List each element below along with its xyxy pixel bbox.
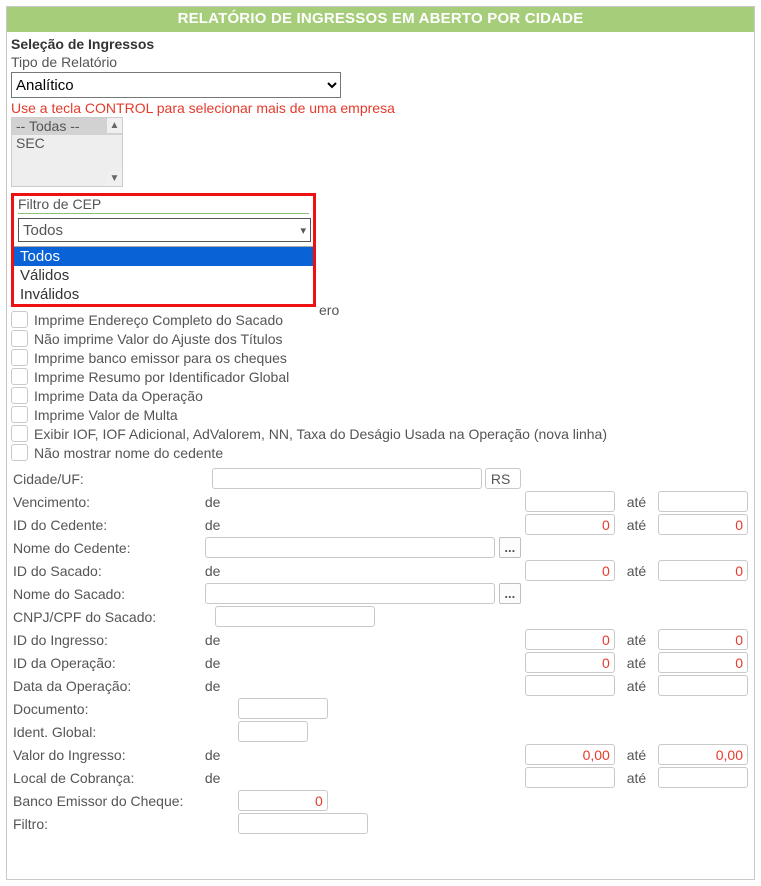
check-nao-imprime-ajuste[interactable]: Não imprime Valor do Ajuste dos Títulos	[11, 330, 750, 347]
filtro-cep-option-invalidos[interactable]: Inválidos	[14, 285, 313, 304]
cidade-label: Cidade/UF:	[11, 467, 203, 490]
chevron-down-icon: ▾	[300, 224, 306, 237]
check-banco-emissor-cheques[interactable]: Imprime banco emissor para os cheques	[11, 349, 750, 366]
filtro-label: Filtro:	[11, 812, 203, 835]
filtro-cep-value: Todos	[23, 222, 63, 239]
check-data-operacao[interactable]: Imprime Data da Operação	[11, 387, 750, 404]
banco-emissor-label: Banco Emissor do Cheque:	[11, 789, 203, 812]
nome-cedente-input[interactable]	[205, 537, 495, 558]
check-resumo-ident-global[interactable]: Imprime Resumo por Identificador Global	[11, 368, 750, 385]
ident-global-input[interactable]	[238, 721, 308, 742]
filtro-cep-select[interactable]: Todos ▾	[18, 218, 311, 242]
filters-table: Cidade/UF: RS Vencimento: de até ID do C…	[11, 467, 750, 835]
check-nao-mostrar-cedente[interactable]: Não mostrar nome do cedente	[11, 444, 750, 461]
id-cedente-de-input[interactable]	[525, 514, 615, 535]
id-sacado-label: ID do Sacado:	[11, 559, 203, 582]
venc-ate-input[interactable]	[658, 491, 748, 512]
scroll-down-icon[interactable]: ▼	[107, 171, 122, 186]
id-cedente-ate-input[interactable]	[658, 514, 748, 535]
lookup-sacado-button[interactable]: ...	[499, 583, 521, 604]
filtro-cep-label: Filtro de CEP	[18, 196, 309, 212]
data-operacao-ate-input[interactable]	[658, 675, 748, 696]
uf-value: RS	[485, 468, 521, 489]
empresa-option-sec[interactable]: SEC	[12, 135, 122, 152]
valor-ingresso-de-input[interactable]	[525, 744, 615, 765]
id-ingresso-ate-input[interactable]	[658, 629, 748, 650]
id-ingresso-de-input[interactable]	[525, 629, 615, 650]
checkbox-icon[interactable]	[11, 311, 28, 328]
valor-ingresso-label: Valor do Ingresso:	[11, 743, 203, 766]
checkbox-icon[interactable]	[11, 349, 28, 366]
valor-ingresso-ate-input[interactable]	[658, 744, 748, 765]
lookup-cedente-button[interactable]: ...	[499, 537, 521, 558]
id-operacao-de-input[interactable]	[525, 652, 615, 673]
checkbox-icon[interactable]	[11, 425, 28, 442]
check-endereco-completo[interactable]: Imprime Endereço Completo do Sacado	[11, 311, 750, 328]
venc-de-input[interactable]	[525, 491, 615, 512]
documento-label: Documento:	[11, 697, 203, 720]
tipo-relatorio-label: Tipo de Relatório	[11, 54, 750, 70]
local-cobranca-ate-input[interactable]	[658, 767, 748, 788]
id-sacado-de-input[interactable]	[525, 560, 615, 581]
data-operacao-label: Data da Operação:	[11, 674, 203, 697]
id-operacao-ate-input[interactable]	[658, 652, 748, 673]
checkbox-icon[interactable]	[11, 406, 28, 423]
id-sacado-ate-input[interactable]	[658, 560, 748, 581]
checkbox-icon[interactable]	[11, 368, 28, 385]
nome-sacado-input[interactable]	[205, 583, 495, 604]
report-dialog: RELATÓRIO DE INGRESSOS EM ABERTO POR CID…	[6, 6, 755, 880]
empresa-listbox[interactable]: ▲ -- Todas -- SEC ▼	[11, 117, 123, 187]
cidade-input[interactable]	[212, 468, 482, 489]
filtro-cep-dropdown: Todos Válidos Inválidos	[14, 246, 313, 304]
scroll-up-icon[interactable]: ▲	[107, 118, 122, 133]
nome-sacado-label: Nome do Sacado:	[11, 582, 203, 605]
check-valor-multa[interactable]: Imprime Valor de Multa	[11, 406, 750, 423]
section-heading: Seleção de Ingressos	[11, 36, 750, 52]
nome-cedente-label: Nome do Cedente:	[11, 536, 203, 559]
cnpj-input[interactable]	[215, 606, 375, 627]
documento-input[interactable]	[238, 698, 328, 719]
cnpj-label: CNPJ/CPF do Sacado:	[11, 605, 203, 628]
venc-label: Vencimento:	[11, 490, 203, 513]
local-cobranca-label: Local de Cobrança:	[11, 766, 203, 789]
id-ingresso-label: ID do Ingresso:	[11, 628, 203, 651]
divider	[18, 213, 309, 214]
tipo-relatorio-select[interactable]: Analítico	[11, 72, 341, 98]
ident-global-label: Ident. Global:	[11, 720, 203, 743]
filtro-cep-highlight: Filtro de CEP Todos ▾ Todos Válidos Invá…	[11, 193, 316, 307]
filtro-input[interactable]	[238, 813, 368, 834]
dialog-title: RELATÓRIO DE INGRESSOS EM ABERTO POR CID…	[7, 7, 754, 32]
id-operacao-label: ID da Operação:	[11, 651, 203, 674]
multi-select-hint: Use a tecla CONTROL para selecionar mais…	[11, 100, 750, 116]
filtro-cep-option-todos[interactable]: Todos	[14, 247, 313, 266]
local-cobranca-de-input[interactable]	[525, 767, 615, 788]
empresa-option-todas[interactable]: -- Todas --	[12, 118, 122, 135]
id-cedente-label: ID do Cedente:	[11, 513, 203, 536]
check-exibir-iof[interactable]: Exibir IOF, IOF Adicional, AdValorem, NN…	[11, 425, 750, 442]
data-operacao-de-input[interactable]	[525, 675, 615, 696]
checkbox-icon[interactable]	[11, 387, 28, 404]
filtro-cep-option-validos[interactable]: Válidos	[14, 266, 313, 285]
checkbox-icon[interactable]	[11, 444, 28, 461]
checkbox-icon[interactable]	[11, 330, 28, 347]
occluded-label-tail: ero	[319, 302, 339, 318]
banco-emissor-input[interactable]	[238, 790, 328, 811]
